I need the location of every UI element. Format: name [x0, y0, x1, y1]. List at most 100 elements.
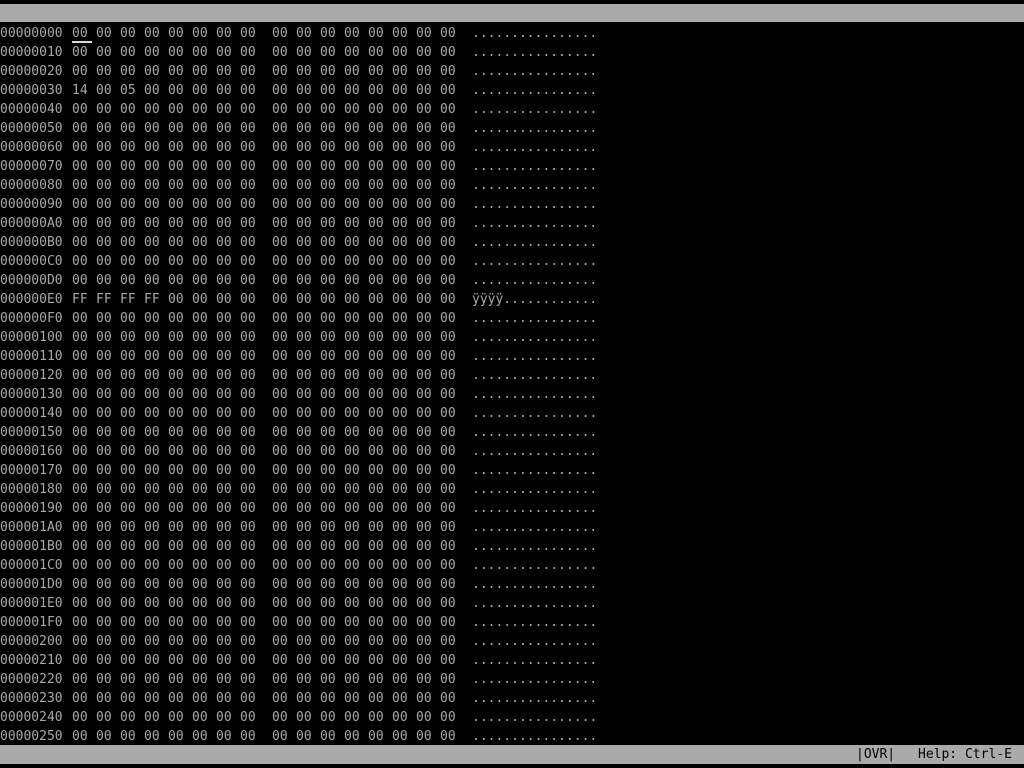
hex-byte[interactable]: 00 [120, 176, 140, 195]
hex-byte[interactable]: FF [144, 290, 164, 309]
hex-byte[interactable]: 00 [296, 651, 316, 670]
hex-byte[interactable]: 00 [72, 328, 92, 347]
hex-byte[interactable]: 00 [296, 62, 316, 81]
ascii-column[interactable]: ................ [472, 138, 597, 157]
ascii-column[interactable]: ................ [472, 385, 597, 404]
hex-byte[interactable]: 00 [144, 708, 164, 727]
hex-byte[interactable]: 00 [344, 271, 364, 290]
hex-byte[interactable]: 00 [192, 309, 212, 328]
hex-byte[interactable]: 00 [144, 385, 164, 404]
hex-byte[interactable]: 00 [168, 309, 188, 328]
ascii-column[interactable]: ................ [472, 499, 597, 518]
hex-byte[interactable]: 00 [96, 461, 116, 480]
hex-byte[interactable]: 00 [440, 499, 460, 518]
hex-byte[interactable]: 00 [96, 157, 116, 176]
hex-byte[interactable]: 00 [144, 499, 164, 518]
hex-byte[interactable]: 00 [320, 195, 340, 214]
hex-byte[interactable]: 00 [392, 708, 412, 727]
hex-byte[interactable]: 00 [96, 442, 116, 461]
hex-byte[interactable]: 00 [416, 556, 436, 575]
hex-byte[interactable]: 00 [216, 556, 236, 575]
ascii-column[interactable]: ................ [472, 62, 597, 81]
hex-byte[interactable]: 00 [144, 252, 164, 271]
hex-byte[interactable]: 00 [240, 537, 260, 556]
hex-byte[interactable]: 00 [120, 24, 140, 43]
hex-byte[interactable]: 00 [72, 252, 92, 271]
hex-byte[interactable]: 00 [344, 43, 364, 62]
hex-byte[interactable]: 00 [320, 518, 340, 537]
hex-byte[interactable]: 00 [144, 594, 164, 613]
hex-byte[interactable]: 00 [320, 442, 340, 461]
hex-byte[interactable]: 00 [120, 119, 140, 138]
hex-byte[interactable]: 00 [96, 556, 116, 575]
hex-byte[interactable]: 00 [240, 43, 260, 62]
hex-byte[interactable]: 00 [120, 157, 140, 176]
hex-byte[interactable]: 00 [440, 689, 460, 708]
hex-byte[interactable]: 00 [272, 119, 292, 138]
hex-byte[interactable]: 00 [296, 518, 316, 537]
hex-byte[interactable]: 00 [272, 594, 292, 613]
hex-byte[interactable]: 00 [296, 708, 316, 727]
hex-byte[interactable]: 00 [440, 537, 460, 556]
hex-byte[interactable]: 00 [216, 138, 236, 157]
hex-byte[interactable]: 00 [120, 214, 140, 233]
hex-byte[interactable]: 00 [168, 138, 188, 157]
hex-byte[interactable]: 00 [416, 290, 436, 309]
ascii-column[interactable]: ................ [472, 518, 597, 537]
hex-byte[interactable]: 00 [168, 708, 188, 727]
hex-byte[interactable]: 00 [296, 347, 316, 366]
hex-byte[interactable]: 00 [240, 252, 260, 271]
hex-byte[interactable]: 00 [320, 138, 340, 157]
hex-byte[interactable]: 00 [344, 81, 364, 100]
hex-byte[interactable]: 00 [368, 518, 388, 537]
hex-byte[interactable]: 00 [392, 309, 412, 328]
hex-byte[interactable]: 00 [120, 632, 140, 651]
hex-byte[interactable]: 00 [416, 575, 436, 594]
hex-byte[interactable]: 00 [144, 461, 164, 480]
hex-byte[interactable]: 00 [168, 347, 188, 366]
hex-byte[interactable]: 00 [72, 366, 92, 385]
hex-byte[interactable]: 00 [344, 461, 364, 480]
hex-byte[interactable]: 00 [344, 708, 364, 727]
hex-byte[interactable]: 00 [216, 385, 236, 404]
hex-byte[interactable]: 00 [272, 43, 292, 62]
hex-byte[interactable]: 00 [416, 214, 436, 233]
hex-byte[interactable]: 00 [440, 480, 460, 499]
hex-byte[interactable]: 00 [368, 670, 388, 689]
hex-byte[interactable]: 00 [296, 461, 316, 480]
hex-byte[interactable]: 00 [416, 138, 436, 157]
hex-byte[interactable]: 00 [320, 651, 340, 670]
hex-byte[interactable]: 00 [168, 385, 188, 404]
hex-byte[interactable]: 00 [344, 309, 364, 328]
hex-byte[interactable]: 00 [216, 575, 236, 594]
hex-byte[interactable]: 00 [272, 423, 292, 442]
hex-byte[interactable]: 00 [296, 442, 316, 461]
hex-byte[interactable]: 00 [272, 708, 292, 727]
hex-byte[interactable]: 00 [216, 290, 236, 309]
hex-byte[interactable]: 00 [168, 632, 188, 651]
hex-byte[interactable]: 00 [216, 518, 236, 537]
hex-byte[interactable]: 00 [440, 195, 460, 214]
hex-byte[interactable]: 00 [416, 480, 436, 499]
hex-byte[interactable]: 00 [240, 24, 260, 43]
hex-byte[interactable]: 00 [272, 404, 292, 423]
hex-byte[interactable]: 00 [120, 651, 140, 670]
hex-byte[interactable]: 00 [440, 309, 460, 328]
hex-byte[interactable]: 00 [440, 594, 460, 613]
ascii-column[interactable]: ................ [472, 347, 597, 366]
hex-byte[interactable]: 00 [344, 385, 364, 404]
hex-byte[interactable]: 00 [240, 480, 260, 499]
hex-byte[interactable]: 00 [368, 309, 388, 328]
hex-byte[interactable]: 00 [120, 43, 140, 62]
hex-byte[interactable]: 00 [168, 100, 188, 119]
hex-byte[interactable]: 00 [72, 442, 92, 461]
hex-byte[interactable]: 00 [392, 252, 412, 271]
hex-byte[interactable]: 00 [168, 518, 188, 537]
hex-byte[interactable]: 00 [168, 366, 188, 385]
hex-byte[interactable]: 00 [272, 328, 292, 347]
hex-byte[interactable]: 00 [320, 347, 340, 366]
hex-byte[interactable]: 00 [192, 233, 212, 252]
hex-byte[interactable]: 00 [272, 727, 292, 746]
ascii-column[interactable]: ................ [472, 81, 597, 100]
hex-byte[interactable]: 00 [216, 442, 236, 461]
